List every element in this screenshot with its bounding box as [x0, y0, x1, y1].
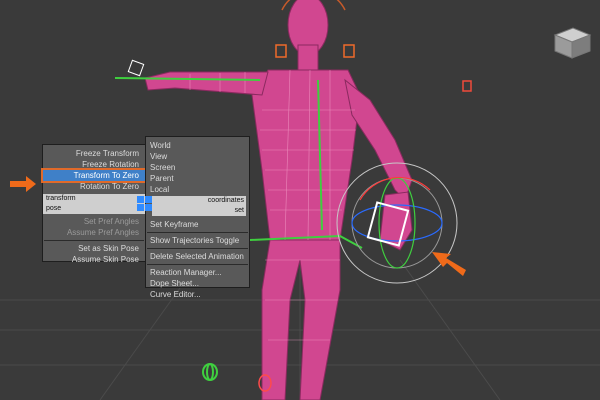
menu-item-rotation-to-zero[interactable]: Rotation To Zero [43, 181, 145, 192]
menu-item-freeze-transform[interactable]: Freeze Transform [43, 148, 145, 159]
menu-item-local[interactable]: Local [146, 184, 249, 195]
menu-item-delete-selected-animation[interactable]: Delete Selected Animation [146, 251, 249, 262]
quad-center-tr [145, 196, 152, 203]
view-cube-icon[interactable] [553, 27, 592, 59]
quad-center-bl [137, 204, 144, 211]
menu-item-view[interactable]: View [146, 151, 249, 162]
menu-item-assume-skin-pose[interactable]: Assume Skin Pose [43, 254, 145, 265]
menu-item-reaction-manager[interactable]: Reaction Manager... [146, 267, 249, 278]
menu-separator [147, 264, 248, 265]
menu-item-show-trajectories-toggle[interactable]: Show Trajectories Toggle [146, 235, 249, 246]
menu-item-parent[interactable]: Parent [146, 173, 249, 184]
menu-item-curve-editor[interactable]: Curve Editor... [146, 289, 249, 300]
grid [0, 259, 600, 400]
menu-item-set-keyframe[interactable]: Set Keyframe [146, 219, 249, 230]
menu-item-dope-sheet[interactable]: Dope Sheet... [146, 278, 249, 289]
quad-center-br [145, 204, 152, 211]
quad-menu-left: Freeze Transform Freeze Rotation Transfo… [41, 144, 147, 265]
menu-item-assume-pref-angles[interactable]: Assume Pref Angles [43, 227, 145, 238]
menu-item-transform-to-zero[interactable]: Transform To Zero [41, 168, 147, 183]
quad-label-transform: transform [43, 194, 145, 204]
quad-label-set: set [152, 206, 246, 216]
menu-item-set-pref-angles[interactable]: Set Pref Angles [43, 216, 145, 227]
menu-item-set-as-skin-pose[interactable]: Set as Skin Pose [43, 243, 145, 254]
menu-separator [147, 232, 248, 233]
quad-label-pose: pose [43, 204, 145, 214]
menu-separator [44, 240, 144, 241]
menu-item-world[interactable]: World [146, 140, 249, 151]
quad-label-coordinates: coordinates [152, 196, 246, 206]
quad-center-tl [137, 196, 144, 203]
menu-item-freeze-rotation[interactable]: Freeze Rotation [43, 159, 145, 170]
menu-item-screen[interactable]: Screen [146, 162, 249, 173]
callout-arrow-left [10, 176, 36, 192]
callout-arrow-right [432, 252, 466, 276]
menu-separator [147, 248, 248, 249]
